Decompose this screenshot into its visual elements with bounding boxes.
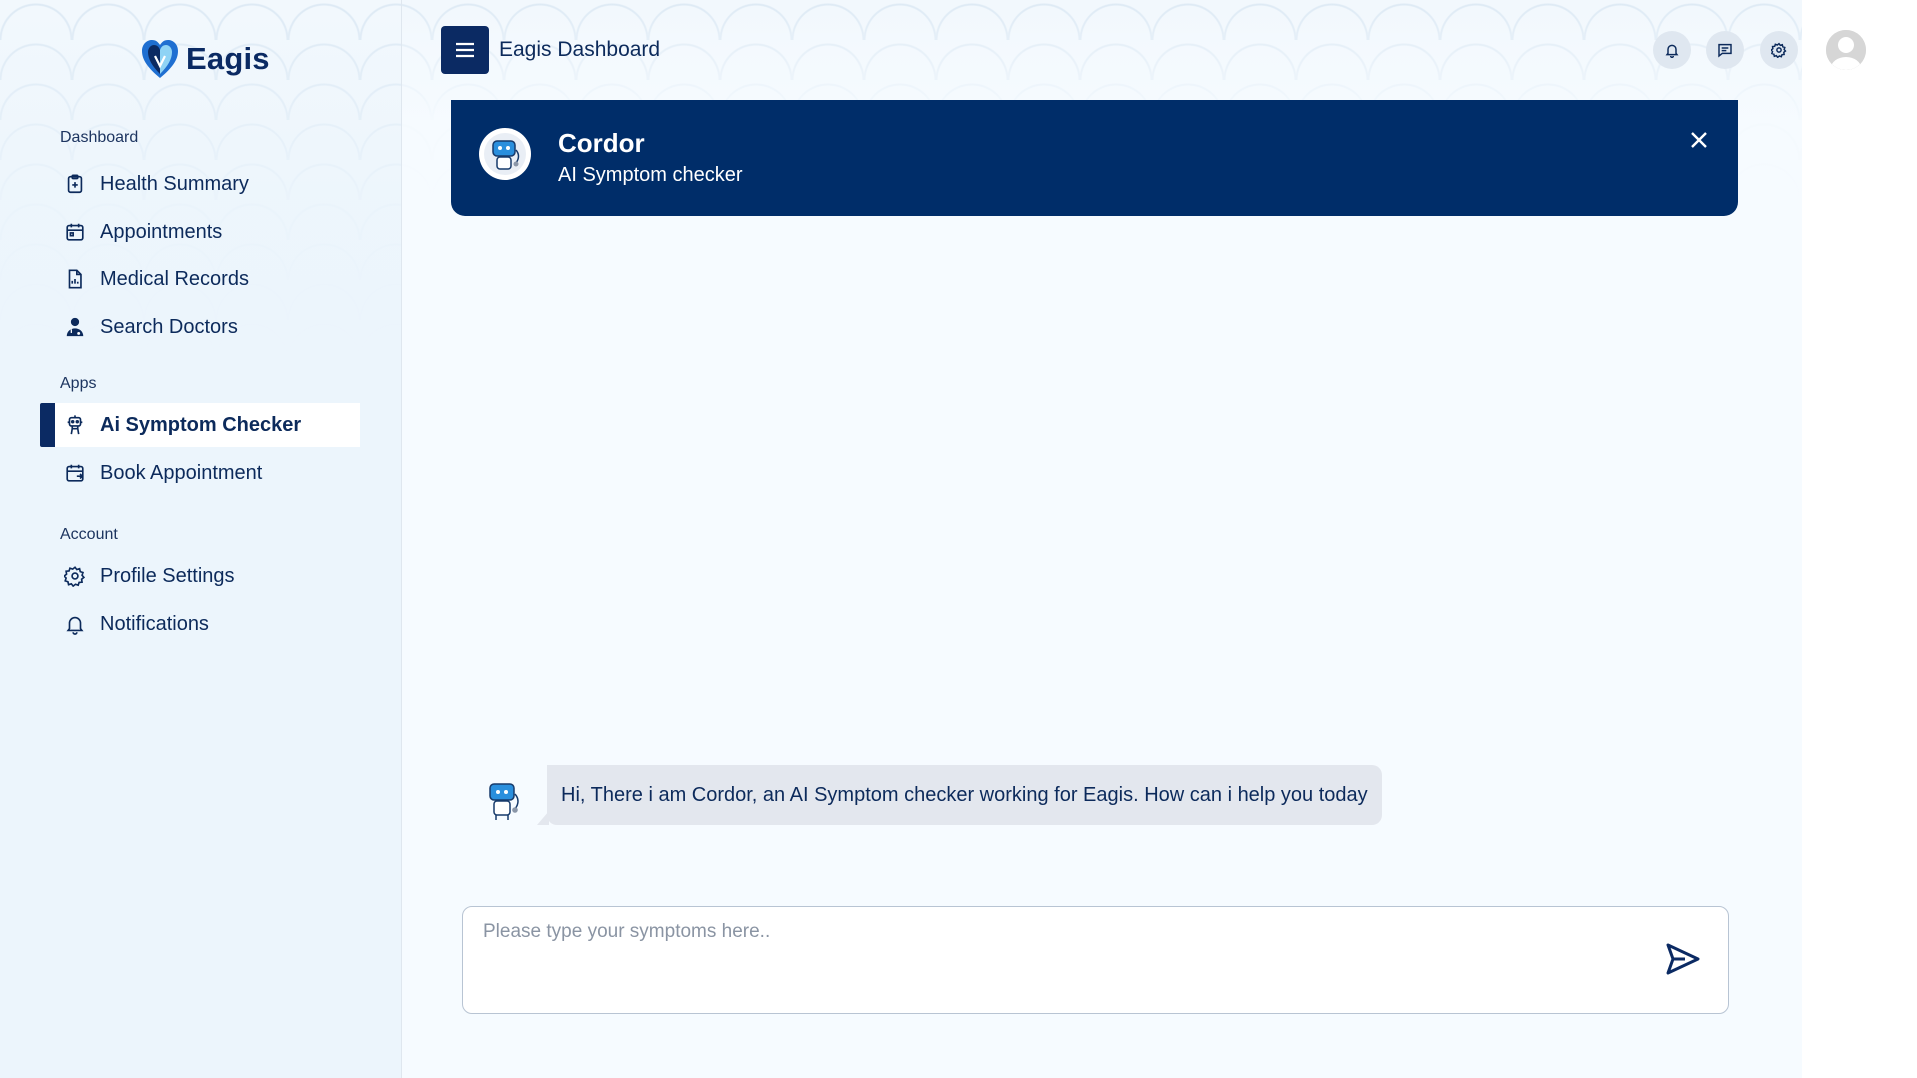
robot-doctor-icon [484,133,526,175]
sidebar-item-notifications[interactable]: Notifications [40,602,360,646]
section-label-account: Account [60,526,118,543]
logo-text: Eagis [186,41,270,76]
close-chat-button[interactable] [1687,128,1711,152]
heart-shield-logo-icon [142,40,178,78]
sidebar-item-label: Medical Records [100,267,249,290]
sidebar-item-medical-records[interactable]: Medical Records [40,257,360,301]
message-bot-avatar [480,778,528,824]
bot-name: Cordor [558,128,645,158]
document-icon [68,269,82,289]
right-strip [1802,0,1917,1078]
robot-icon [67,415,83,435]
hamburger-icon [456,42,474,58]
sidebar-item-label: Notifications [100,612,209,635]
close-icon [1691,132,1707,148]
bell-icon [1665,44,1679,58]
messages-button[interactable] [1706,31,1744,69]
bot-message-bubble: Hi, There i am Cordor, an AI Symptom che… [537,765,1382,825]
calendar-book-icon [66,464,84,482]
sidebar-item-label: Profile Settings [100,564,235,587]
sidebar-item-label: Health Summary [100,172,249,195]
robot-doctor-icon [489,783,519,820]
sidebar-item-label: Appointments [100,220,223,243]
settings-button[interactable] [1760,31,1798,69]
calendar-icon [66,223,84,241]
sidebar-item-search-doctors[interactable]: Search Doctors [40,305,360,349]
sidebar-item-label: Book Appointment [100,461,263,484]
logo[interactable]: Eagis [140,38,270,80]
clipboard-icon [67,174,83,194]
sidebar: Eagis Dashboard Health Summary Appointme… [0,0,402,1078]
symptom-input[interactable] [483,921,1633,1001]
sidebar-item-appointments[interactable]: Appointments [40,210,360,254]
sidebar-item-profile-settings[interactable]: Profile Settings [40,554,360,598]
doctor-icon [66,317,84,337]
gear-icon [64,566,86,587]
send-button[interactable] [1663,939,1703,979]
notifications-button[interactable] [1653,31,1691,69]
bell-icon [66,616,84,635]
bot-subtitle: AI Symptom checker [558,164,743,186]
symptom-input-box [462,906,1729,1014]
section-label-apps: Apps [60,375,97,392]
sidebar-item-book-appointment[interactable]: Book Appointment [40,451,360,495]
sidebar-item-label: Ai Symptom Checker [100,413,302,436]
section-label-dashboard: Dashboard [60,129,139,146]
chat-header: Cordor AI Symptom checker [451,100,1738,216]
bot-avatar [479,128,531,180]
page-title: Eagis Dashboard [499,38,661,61]
send-icon [1666,943,1700,975]
user-avatar[interactable] [1826,30,1866,70]
menu-toggle-button[interactable] [441,26,489,74]
user-icon [1826,30,1866,70]
gear-icon [1771,42,1787,58]
sidebar-item-label: Search Doctors [100,315,238,338]
sidebar-item-health-summary[interactable]: Health Summary [40,162,360,206]
chat-icon [1718,43,1732,58]
sidebar-item-ai-symptom-checker[interactable]: Ai Symptom Checker [40,403,360,447]
